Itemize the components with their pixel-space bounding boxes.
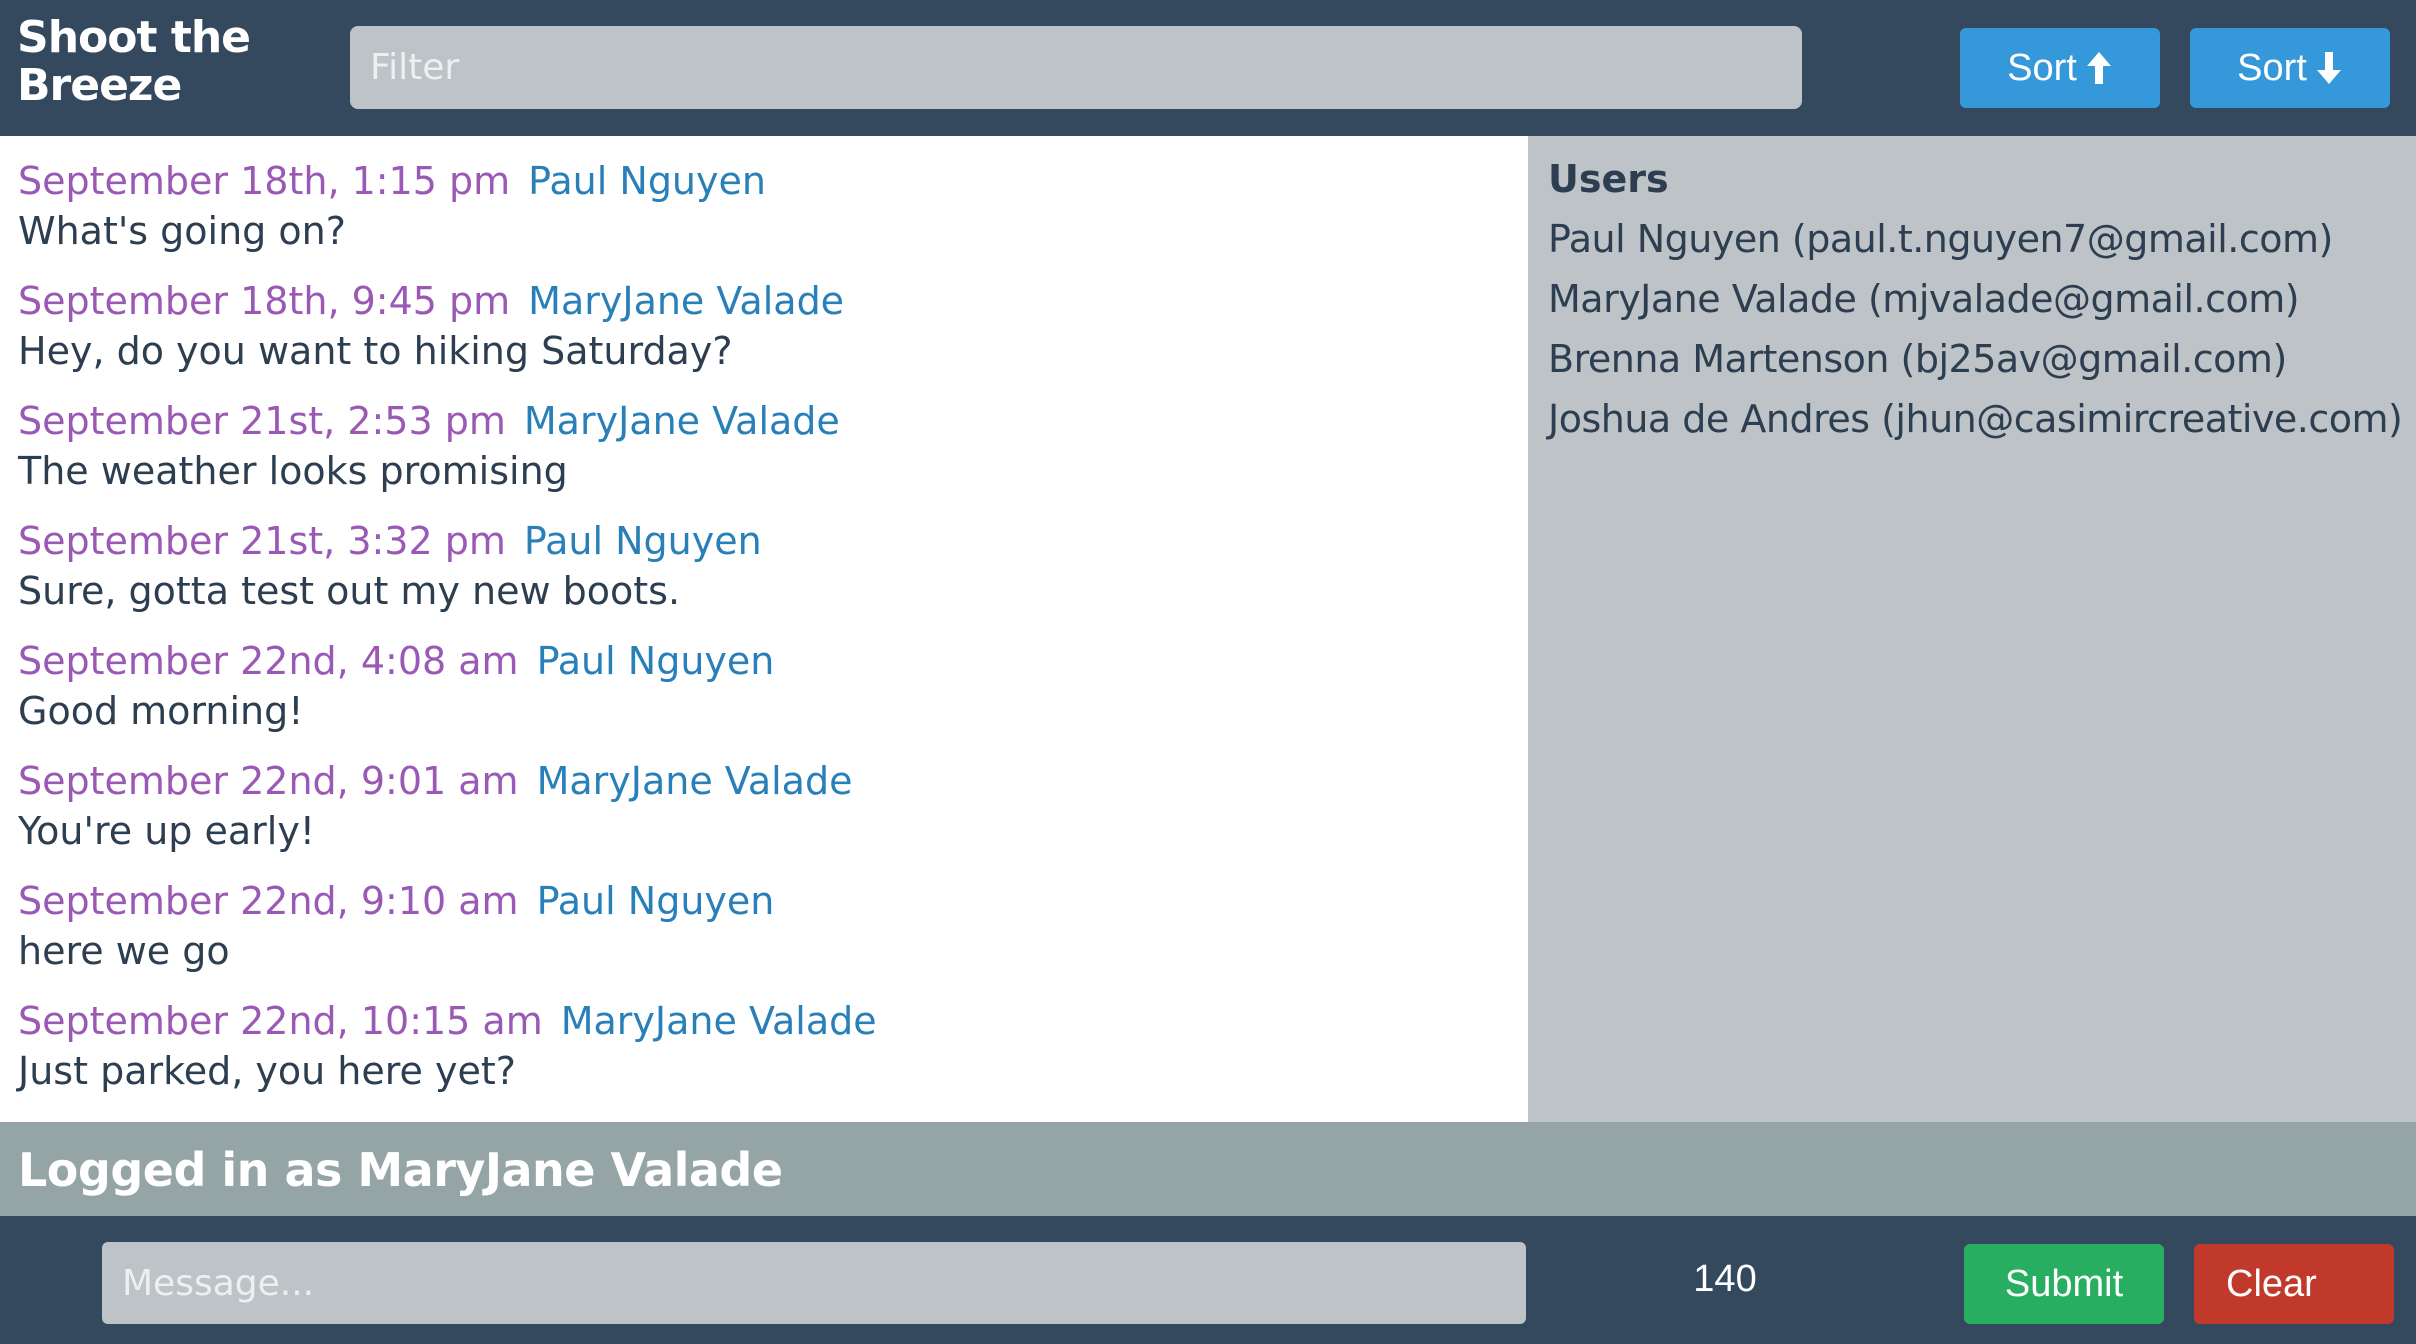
message-meta: September 18th, 9:45 pm MaryJane Valade <box>18 278 1508 324</box>
clear-label: Clear <box>2226 1263 2317 1305</box>
sort-ascending-label: Sort <box>2007 47 2077 89</box>
clear-button[interactable]: Clear <box>2194 1244 2394 1324</box>
character-count: 140 <box>1693 1258 1757 1300</box>
message-timestamp: September 22nd, 10:15 am <box>18 999 543 1043</box>
message-text: Just parked, you here yet? <box>18 1049 516 1093</box>
users-heading: Users <box>1548 157 1669 201</box>
message-item: September 22nd, 10:15 am MaryJane Valade … <box>18 998 1508 1094</box>
message-text: Sure, gotta test out my new boots. <box>18 569 681 613</box>
message-text: here we go <box>18 929 230 973</box>
arrow-down-icon <box>2316 52 2341 84</box>
message-author: MaryJane Valade <box>560 999 877 1043</box>
message-timestamp: September 22nd, 4:08 am <box>18 639 519 683</box>
message-item: September 18th, 9:45 pm MaryJane Valade H… <box>18 278 1508 374</box>
message-item: September 21st, 2:53 pm MaryJane Valade T… <box>18 398 1508 494</box>
arrow-up-icon <box>2086 52 2111 84</box>
message-timestamp: September 22nd, 9:01 am <box>18 759 519 803</box>
message-timestamp: September 18th, 9:45 pm <box>18 279 511 323</box>
filter-input[interactable] <box>350 26 1802 109</box>
message-item: September 22nd, 4:08 am Paul Nguyen Good … <box>18 638 1508 734</box>
message-text: Hey, do you want to hiking Saturday? <box>18 329 733 373</box>
status-bar: Logged in as MaryJane Valade <box>0 1122 2416 1216</box>
message-author: MaryJane Valade <box>536 759 853 803</box>
message-meta: September 21st, 2:53 pm MaryJane Valade <box>18 398 1508 444</box>
app-title: Shoot the Breeze <box>17 12 251 111</box>
message-timestamp: September 18th, 1:15 pm <box>18 159 511 203</box>
logged-in-status: Logged in as MaryJane Valade <box>18 1143 783 1197</box>
message-meta: September 18th, 1:15 pm Paul Nguyen <box>18 158 1508 204</box>
chat-app: Shoot the Breeze Sort Sort September 18t… <box>0 0 2416 1344</box>
message-text: Good morning! <box>18 689 304 733</box>
user-list-item: Brenna Martenson (bj25av@gmail.com) <box>1548 337 2287 381</box>
message-author: MaryJane Valade <box>528 279 845 323</box>
message-text: What's going on? <box>18 209 346 253</box>
message-list[interactable]: September 18th, 1:15 pm Paul Nguyen What'… <box>0 136 1528 1122</box>
message-timestamp: September 21st, 3:32 pm <box>18 519 506 563</box>
message-input[interactable] <box>102 1242 1526 1324</box>
header-bar: Shoot the Breeze Sort Sort <box>0 0 2416 136</box>
message-item: September 22nd, 9:01 am MaryJane Valade Y… <box>18 758 1508 854</box>
message-timestamp: September 21st, 2:53 pm <box>18 399 506 443</box>
message-text: The weather looks promising <box>18 449 568 493</box>
message-author: Paul Nguyen <box>536 639 775 683</box>
message-meta: September 22nd, 9:01 am MaryJane Valade <box>18 758 1508 804</box>
message-meta: September 22nd, 9:10 am Paul Nguyen <box>18 878 1508 924</box>
message-meta: September 22nd, 4:08 am Paul Nguyen <box>18 638 1508 684</box>
submit-button[interactable]: Submit <box>1964 1244 2164 1324</box>
sort-ascending-button[interactable]: Sort <box>1960 28 2160 108</box>
sort-descending-button[interactable]: Sort <box>2190 28 2390 108</box>
user-list-item: Paul Nguyen (paul.t.nguyen7@gmail.com) <box>1548 217 2333 261</box>
user-list-item: MaryJane Valade (mjvalade@gmail.com) <box>1548 277 2300 321</box>
message-meta: September 21st, 3:32 pm Paul Nguyen <box>18 518 1508 564</box>
message-author: Paul Nguyen <box>536 879 775 923</box>
message-meta: September 22nd, 10:15 am MaryJane Valade <box>18 998 1508 1044</box>
message-author: Paul Nguyen <box>528 159 766 203</box>
sort-descending-label: Sort <box>2237 47 2307 89</box>
message-text: You're up early! <box>18 809 316 853</box>
message-item: September 21st, 3:32 pm Paul Nguyen Sure,… <box>18 518 1508 614</box>
message-author: Paul Nguyen <box>523 519 762 563</box>
user-list-item: Joshua de Andres (jhun@casimircreative.c… <box>1548 397 2403 441</box>
message-item: September 22nd, 9:10 am Paul Nguyen here … <box>18 878 1508 974</box>
message-item: September 18th, 1:15 pm Paul Nguyen What'… <box>18 158 1508 254</box>
message-author: MaryJane Valade <box>523 399 840 443</box>
message-composer: 140 Submit Clear <box>0 1216 2416 1344</box>
submit-label: Submit <box>2004 1263 2124 1305</box>
users-sidebar: Users Paul Nguyen (paul.t.nguyen7@gmail.… <box>1528 136 2416 1122</box>
message-timestamp: September 22nd, 9:10 am <box>18 879 519 923</box>
